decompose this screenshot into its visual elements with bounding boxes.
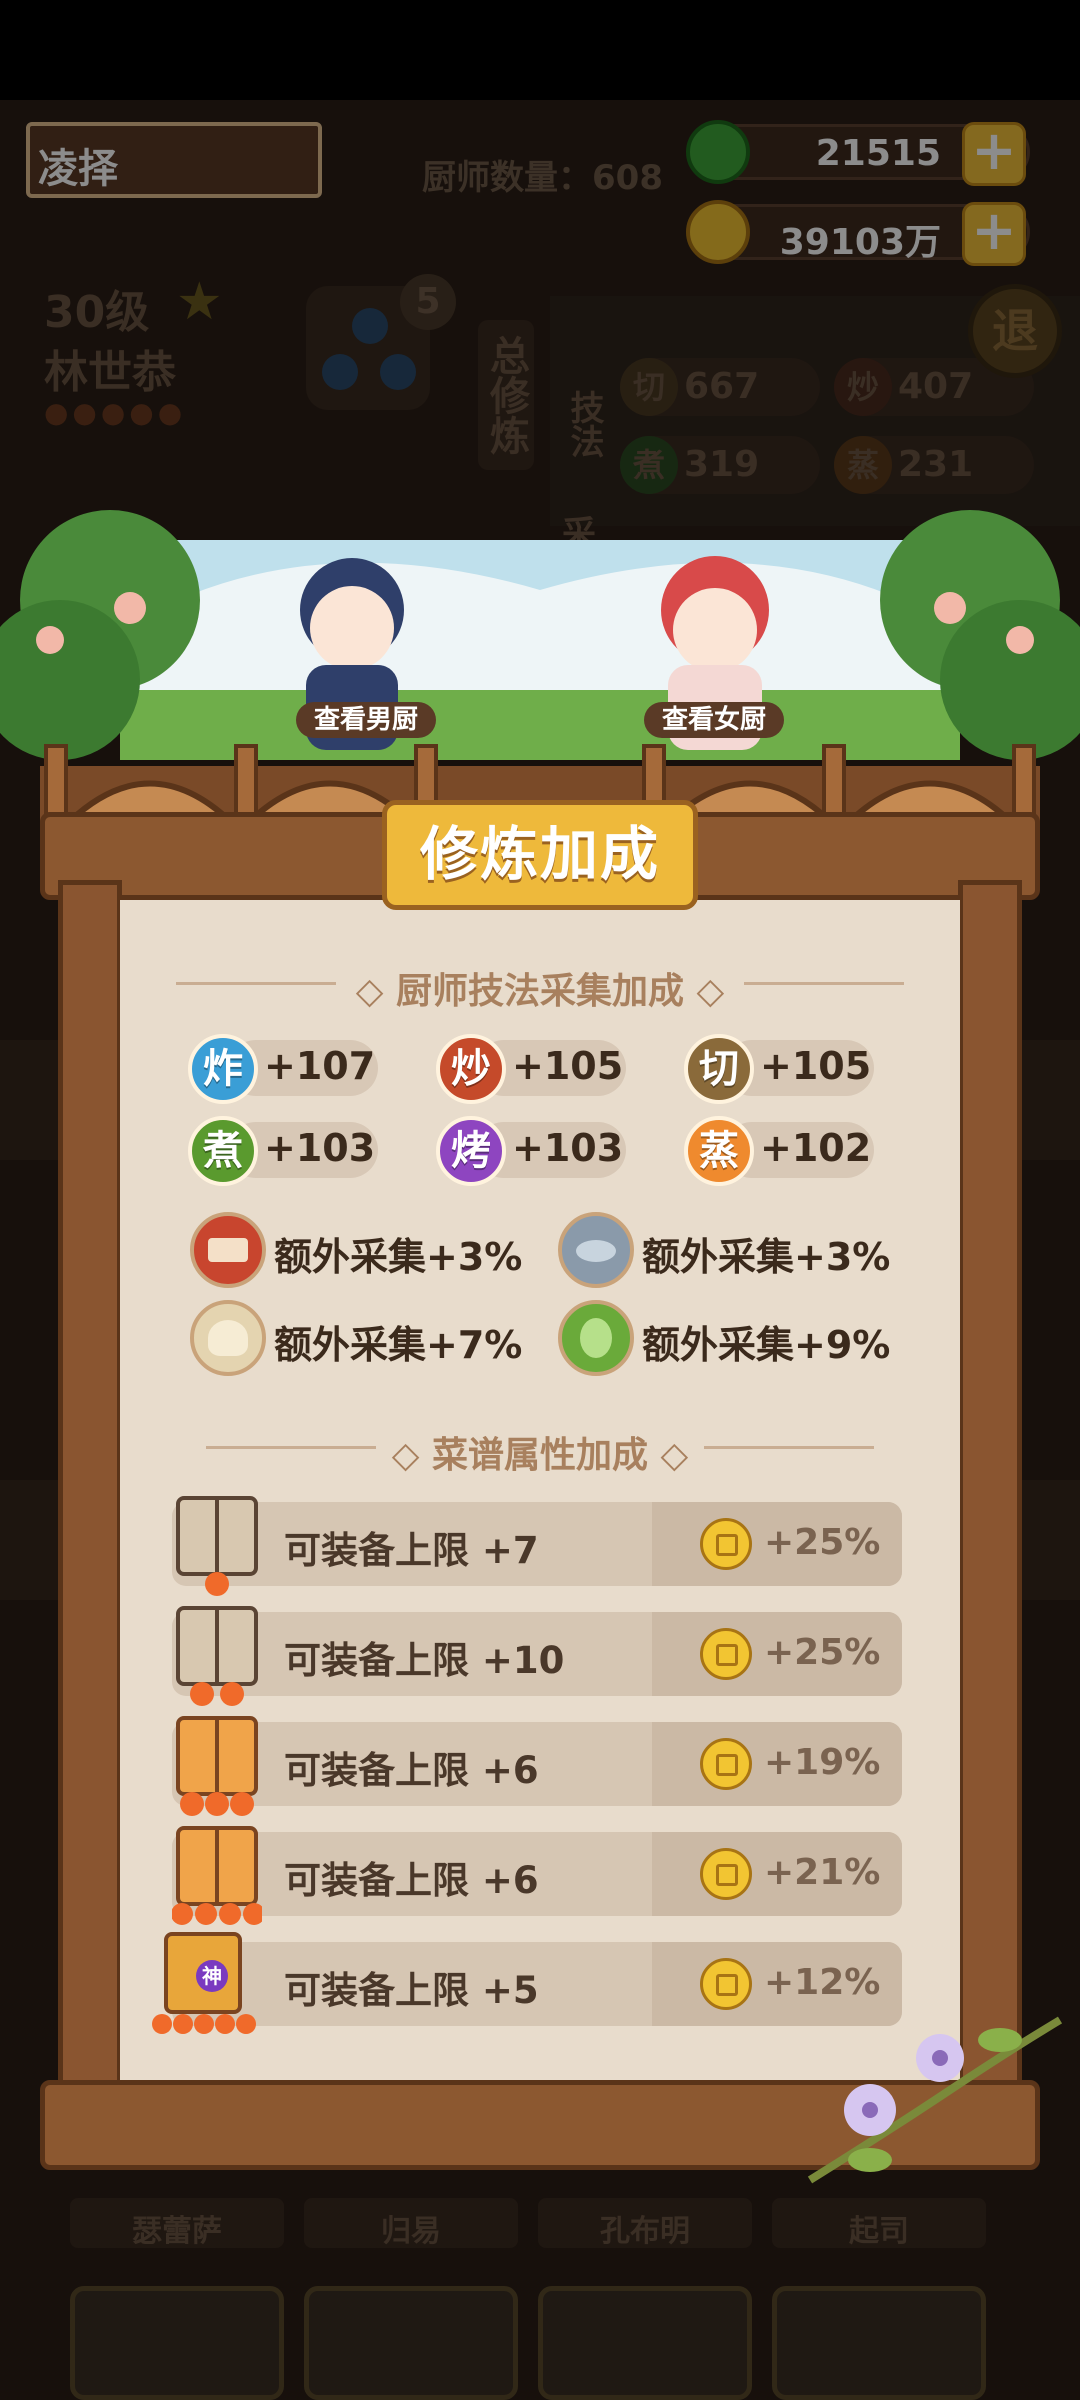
fry-skill-icon: 炸 xyxy=(188,1034,258,1104)
gold-coin-icon xyxy=(700,1958,752,2010)
recipe-scroll-icon xyxy=(176,1606,258,1706)
steam-skill-icon: 蒸 xyxy=(684,1116,754,1186)
fish-icon xyxy=(558,1212,634,1288)
roast-skill-icon: 烤 xyxy=(436,1116,506,1186)
gold-bonus-percent: +25% xyxy=(764,1522,881,1563)
equip-limit-label: 可装备上限 +10 xyxy=(284,1639,565,1682)
equip-limit-label: 可装备上限 +7 xyxy=(284,1529,539,1572)
extra-collect-vegetable: 额外采集+9% xyxy=(642,1323,891,1367)
diamond-ornament-icon: ◇ xyxy=(684,971,725,1012)
skill-value: +105 xyxy=(512,1044,624,1088)
diamond-ornament-icon: ◇ xyxy=(391,1435,432,1476)
gold-coin-icon xyxy=(700,1518,752,1570)
skill-value: +105 xyxy=(760,1044,872,1088)
gold-bonus-percent: +21% xyxy=(764,1852,881,1893)
gold-coin-icon xyxy=(700,1738,752,1790)
recipe-bonus-row: 可装备上限 +10 +25% xyxy=(172,1606,902,1706)
diamond-ornament-icon: ◇ xyxy=(648,1435,689,1476)
skill-value: +102 xyxy=(760,1126,872,1170)
meat-icon xyxy=(190,1212,266,1288)
recipe-scroll-icon xyxy=(176,1716,258,1816)
section-title-recipes: ◇ 菜谱属性加成 ◇ xyxy=(0,1426,1080,1478)
garden-scene xyxy=(0,510,1080,760)
extra-collect-fish: 额外采集+3% xyxy=(642,1235,891,1279)
section-title-recipes-text: 菜谱属性加成 xyxy=(431,1435,648,1476)
gold-bonus-percent: +19% xyxy=(764,1742,881,1783)
gold-coin-icon xyxy=(700,1628,752,1680)
recipe-scroll-icon xyxy=(172,1826,262,1925)
section-title-skills-text: 厨师技法采集加成 xyxy=(395,971,684,1012)
recipe-bonus-row: 可装备上限 +6 +19% xyxy=(172,1716,902,1816)
stir-fry-skill-icon: 炒 xyxy=(436,1034,506,1104)
skill-value: +107 xyxy=(264,1044,376,1088)
extra-collect-flour: 额外采集+7% xyxy=(274,1323,523,1367)
recipe-scroll-icon xyxy=(176,1496,258,1596)
recipe-bonus-row: 神 可装备上限 +5 +12% xyxy=(152,1932,902,2034)
modal-left-post xyxy=(58,880,122,2100)
skill-value: +103 xyxy=(264,1126,376,1170)
skill-value: +103 xyxy=(512,1126,624,1170)
boil-skill-icon: 煮 xyxy=(188,1116,258,1186)
vegetable-icon xyxy=(558,1300,634,1376)
flower-branch-decoration xyxy=(807,2016,1063,2184)
recipe-bonus-row: 可装备上限 +6 +21% xyxy=(172,1826,902,1925)
section-title-skills: ◇ 厨师技法采集加成 ◇ xyxy=(0,962,1080,1014)
modal-title: 修炼加成 xyxy=(382,800,698,910)
recipe-bonus-row: 可装备上限 +7 +25% xyxy=(172,1496,902,1596)
equip-limit-label: 可装备上限 +6 xyxy=(284,1859,539,1902)
equip-limit-label: 可装备上限 +6 xyxy=(284,1749,539,1792)
gold-coin-icon xyxy=(700,1848,752,1900)
diamond-ornament-icon: ◇ xyxy=(355,971,396,1012)
gold-bonus-percent: +25% xyxy=(764,1632,881,1673)
equip-limit-label: 可装备上限 +5 xyxy=(284,1969,539,2012)
cut-skill-icon: 切 xyxy=(684,1034,754,1104)
god-tier-badge: 神 xyxy=(196,1960,228,1992)
modal-right-post xyxy=(958,880,1022,2100)
flour-icon xyxy=(190,1300,266,1376)
extra-collect-meat: 额外采集+3% xyxy=(274,1235,523,1279)
